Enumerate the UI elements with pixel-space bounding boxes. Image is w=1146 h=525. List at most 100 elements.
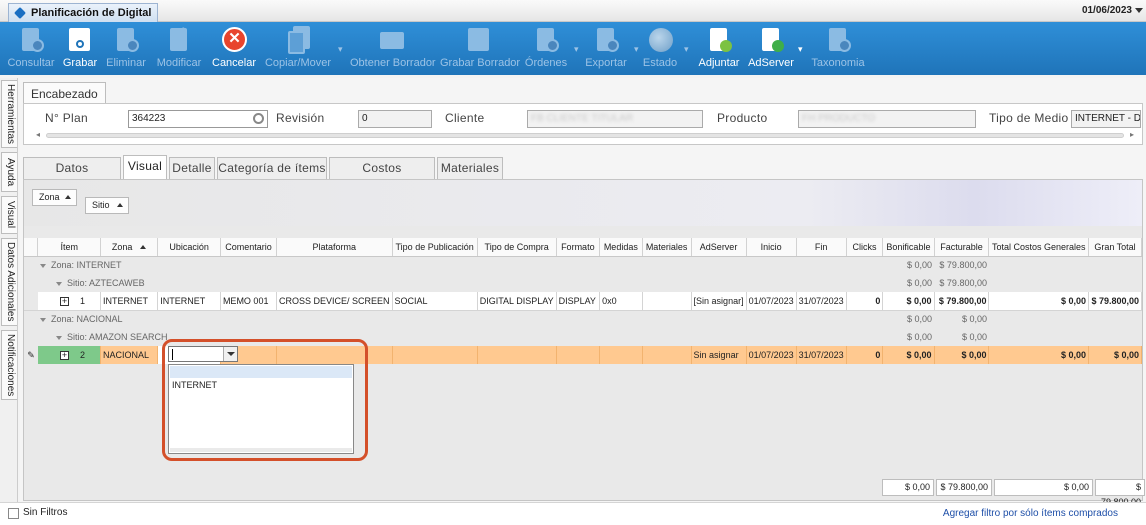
save-icon [67, 26, 93, 54]
col-medidas[interactable]: Medidas [599, 238, 643, 257]
col-gran-total[interactable]: Gran Total [1088, 238, 1142, 257]
col-comentario[interactable]: Comentario [220, 238, 278, 257]
toolbar: Consultar Grabar Eliminar Modificar ✕ Ca… [0, 22, 1146, 75]
tab-detalle[interactable]: Detalle [169, 157, 215, 179]
copy-icon [285, 26, 311, 54]
cancelar-button[interactable]: ✕ Cancelar [212, 24, 256, 74]
edit-pencil-icon: ✎ [24, 346, 38, 364]
col-plataforma[interactable]: Plataforma [276, 238, 393, 257]
col-inicio[interactable]: Inicio [746, 238, 797, 257]
sidebar-tab-visual[interactable]: Visual [1, 196, 17, 234]
col-clicks[interactable]: Clicks [846, 238, 884, 257]
separator: ▾ [634, 44, 639, 54]
adserver-button[interactable]: AdServer [748, 24, 794, 74]
header-box: N° Plan 364223 Revisión 0 Cliente FB CLI… [23, 103, 1143, 145]
grabar-borrador-button[interactable]: Grabar Borrador [440, 24, 520, 74]
group-row-zona[interactable]: Zona: INTERNET $ 0,00 $ 79.800,00 [24, 256, 1142, 274]
total-facturable: $ 79.800,00 [936, 479, 992, 496]
revision-label: Revisión [276, 111, 325, 125]
expand-icon[interactable]: + [59, 296, 69, 306]
tab-costos-adicionales[interactable]: Costos Adicionales [329, 157, 435, 196]
plan-label: N° Plan [45, 111, 88, 125]
sidebar-tab-notificaciones[interactable]: Notificaciones [1, 330, 17, 400]
scroll-left-icon[interactable]: ◂ [36, 130, 40, 139]
highlight-callout [162, 339, 368, 461]
window-tab[interactable]: Planificación de Digital [8, 3, 159, 22]
edit-icon [166, 26, 192, 54]
tipo-medio-label: Tipo de Medio [989, 111, 1069, 125]
separator: ▾ [574, 44, 579, 54]
title-bar: Planificación de Digital 01/06/2023 [0, 0, 1146, 22]
agregar-filtro-link[interactable]: Agregar filtro por sólo ítems comprados [943, 508, 1118, 519]
col-facturable[interactable]: Facturable [934, 238, 990, 257]
producto-field: FH PRODUCTO [798, 110, 976, 128]
date-display: 01/06/2023 [1081, 5, 1132, 16]
left-sidebar: Herramientas Ayuda Visual Datos Adiciona… [0, 78, 18, 525]
save-draft-icon [466, 26, 492, 54]
expand-icon[interactable]: + [59, 351, 69, 360]
total-gran-total: $ 79.800,00 [1095, 479, 1145, 507]
group-row-sitio[interactable]: Sitio: AZTECAWEB $ 0,00 $ 79.800,00 [24, 274, 1142, 292]
col-zona[interactable]: Zona [100, 238, 159, 257]
tab-visual[interactable]: Visual [123, 155, 167, 179]
tab-materiales[interactable]: Materiales [437, 157, 503, 179]
sin-filtros-label: Sin Filtros [23, 507, 68, 518]
revision-field: 0 [358, 110, 432, 128]
collapse-icon[interactable] [39, 317, 46, 322]
footer: Sin Filtros Agregar filtro por sólo ítem… [0, 502, 1146, 525]
col-total-costos[interactable]: Total Costos Generales [988, 238, 1090, 257]
group-chip-sitio[interactable]: Sitio [85, 197, 129, 214]
collapse-icon[interactable] [55, 335, 62, 340]
consultar-button[interactable]: Consultar [6, 24, 56, 74]
col-formato[interactable]: Formato [556, 238, 601, 257]
sidebar-tab-datos-adicionales[interactable]: Datos Adicionales [1, 238, 17, 326]
sidebar-tab-ayuda[interactable]: Ayuda [1, 152, 17, 192]
estado-button[interactable]: Estado [642, 24, 678, 74]
tab-categoria[interactable]: Categoría de ítems [217, 157, 327, 179]
sin-filtros-checkbox[interactable] [8, 508, 19, 519]
ordenes-button[interactable]: Órdenes [524, 24, 568, 74]
col-adserver[interactable]: AdServer [691, 238, 747, 257]
separator: ▾ [338, 44, 343, 54]
taxonomia-button[interactable]: Taxonomia [810, 24, 866, 74]
group-chip-zona[interactable]: Zona [32, 189, 77, 206]
col-bonificable[interactable]: Bonificable [882, 238, 935, 257]
group-row-zona[interactable]: Zona: NACIONAL $ 0,00 $ 0,00 [24, 310, 1142, 328]
search-icon[interactable] [253, 113, 264, 124]
table-row[interactable]: +1 INTERNET INTERNET MEMO 001 CROSS DEVI… [24, 292, 1142, 311]
separator: ▾ [798, 44, 803, 54]
eliminar-button[interactable]: Eliminar [104, 24, 148, 74]
copiar-mover-button[interactable]: Copiar/Mover [264, 24, 332, 74]
col-fin[interactable]: Fin [796, 238, 847, 257]
tab-datos-principales[interactable]: Datos Principales [23, 157, 121, 196]
adjuntar-button[interactable]: Adjuntar [696, 24, 742, 74]
col-ubicacion[interactable]: Ubicación [157, 238, 221, 257]
col-materiales[interactable]: Materiales [642, 238, 692, 257]
grabar-button[interactable]: Grabar [62, 24, 98, 74]
folder-icon [379, 26, 405, 54]
modificar-button[interactable]: Modificar [154, 24, 204, 74]
col-item[interactable]: Ítem [37, 238, 101, 257]
chevron-down-icon[interactable] [1135, 8, 1143, 13]
producto-label: Producto [717, 111, 768, 125]
tipo-medio-field: INTERNET - DIGI [1071, 110, 1141, 128]
total-bonificable: $ 0,00 [882, 479, 934, 496]
main-panel: Encabezado N° Plan 364223 Revisión 0 Cli… [20, 78, 1146, 525]
orders-icon [533, 26, 559, 54]
delete-document-icon [113, 26, 139, 54]
app-icon [14, 7, 26, 19]
plan-input[interactable]: 364223 [128, 110, 268, 128]
window-title: Planificación de Digital [31, 7, 152, 19]
header-scrollbar[interactable]: ◂ ▸ [36, 130, 1134, 140]
collapse-icon[interactable] [39, 263, 46, 268]
scroll-right-icon[interactable]: ▸ [1130, 130, 1134, 139]
encabezado-tab[interactable]: Encabezado [23, 82, 106, 104]
col-tipo-compra[interactable]: Tipo de Compra [477, 238, 557, 257]
total-costos-generales: $ 0,00 [994, 479, 1093, 496]
cliente-label: Cliente [445, 111, 485, 125]
sidebar-tab-herramientas[interactable]: Herramientas [1, 80, 17, 148]
exportar-button[interactable]: Exportar [584, 24, 628, 74]
collapse-icon[interactable] [55, 281, 62, 286]
obtener-borrador-button[interactable]: Obtener Borrador [350, 24, 436, 74]
col-tipo-publicacion[interactable]: Tipo de Publicación [392, 238, 478, 257]
